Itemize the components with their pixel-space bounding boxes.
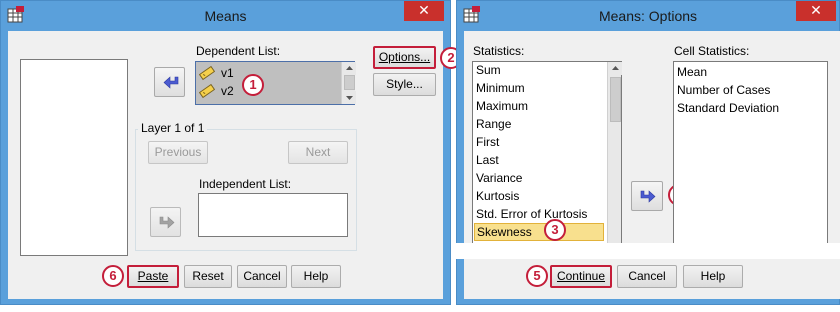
list-item[interactable]: v2: [199, 82, 339, 100]
style-button[interactable]: Style...: [373, 73, 436, 96]
ruler-variable-icon: [199, 83, 215, 99]
source-variable-list[interactable]: [20, 59, 128, 256]
independent-list[interactable]: [198, 193, 348, 237]
list-item[interactable]: Number of Cases: [677, 83, 770, 97]
list-item[interactable]: Kurtosis: [476, 189, 519, 203]
help-button[interactable]: Help: [291, 265, 341, 288]
list-item[interactable]: Std. Error of Kurtosis: [476, 207, 587, 221]
reset-button[interactable]: Reset: [184, 265, 232, 288]
arrow-right-icon: [640, 190, 656, 203]
callout-3: 3: [544, 219, 566, 241]
list-item[interactable]: Sum: [476, 63, 501, 77]
move-statistic-button[interactable]: [631, 181, 663, 211]
callout-1: 1: [242, 74, 264, 96]
dependent-scrollbar[interactable]: [341, 62, 356, 104]
list-item[interactable]: Minimum: [476, 81, 525, 95]
cancel-button[interactable]: Cancel: [617, 265, 677, 288]
layer-label: Layer 1 of 1: [138, 121, 208, 135]
ruler-variable-icon: [199, 65, 215, 81]
means-dialog: Means ✕ Dependent List: v1 v2 1 Options.…: [0, 0, 462, 305]
continue-button[interactable]: Continue: [550, 265, 612, 288]
arrow-left-icon: [163, 76, 179, 89]
dependent-item-v2: v2: [221, 84, 234, 98]
callout-6: 6: [102, 265, 124, 287]
statistics-label: Statistics:: [473, 44, 525, 58]
options-title: Means: Options: [598, 8, 698, 24]
selected-list-item[interactable]: Skewness: [474, 223, 604, 241]
options-titlebar[interactable]: Means: Options ✕: [457, 1, 839, 31]
cancel-button[interactable]: Cancel: [237, 265, 287, 288]
means-title: Means: [204, 8, 247, 24]
options-dialog: Means: Options ✕ Statistics: Sum Minimum…: [456, 0, 840, 305]
next-button[interactable]: Next: [288, 141, 348, 164]
means-titlebar[interactable]: Means ✕: [1, 1, 450, 31]
statistics-list[interactable]: Sum Minimum Maximum Range First Last Var…: [472, 61, 622, 245]
selected-statistic: Skewness: [477, 225, 532, 239]
list-item[interactable]: v1: [199, 64, 339, 82]
move-dependent-button[interactable]: [154, 67, 185, 97]
dependent-list-label: Dependent List:: [196, 44, 281, 58]
close-icon[interactable]: ✕: [404, 1, 444, 21]
scroll-up-icon[interactable]: [343, 62, 356, 75]
means-client: Dependent List: v1 v2 1 Options... 2 Sty…: [8, 31, 462, 299]
scroll-down-icon[interactable]: [343, 91, 356, 104]
callout-5: 5: [526, 265, 548, 287]
scroll-thumb[interactable]: [344, 75, 355, 90]
list-item[interactable]: Mean: [677, 65, 707, 79]
statistics-scrollbar[interactable]: [607, 62, 622, 244]
list-item[interactable]: Variance: [476, 171, 522, 185]
close-icon[interactable]: ✕: [796, 1, 836, 21]
help-button[interactable]: Help: [683, 265, 743, 288]
previous-button[interactable]: Previous: [148, 141, 208, 164]
list-item[interactable]: Last: [476, 153, 499, 167]
independent-list-label: Independent List:: [199, 177, 292, 191]
paste-button[interactable]: Paste: [127, 265, 179, 288]
overlay-band: [456, 243, 840, 259]
dependent-item-v1: v1: [221, 66, 234, 80]
scroll-up-icon[interactable]: [609, 62, 622, 75]
cell-statistics-list[interactable]: Mean Number of Cases Standard Deviation: [673, 61, 828, 245]
list-item[interactable]: First: [476, 135, 499, 149]
dependent-list[interactable]: v1 v2: [195, 61, 356, 105]
move-independent-button[interactable]: [150, 207, 181, 237]
scroll-thumb[interactable]: [610, 77, 621, 122]
cell-statistics-label: Cell Statistics:: [674, 44, 750, 58]
list-item[interactable]: Maximum: [476, 99, 528, 113]
options-client: Statistics: Sum Minimum Maximum Range Fi…: [456, 31, 840, 299]
list-item[interactable]: Standard Deviation: [677, 101, 779, 115]
list-item[interactable]: Range: [476, 117, 511, 131]
options-button[interactable]: Options...: [373, 46, 436, 69]
arrow-right-icon: [159, 216, 175, 229]
